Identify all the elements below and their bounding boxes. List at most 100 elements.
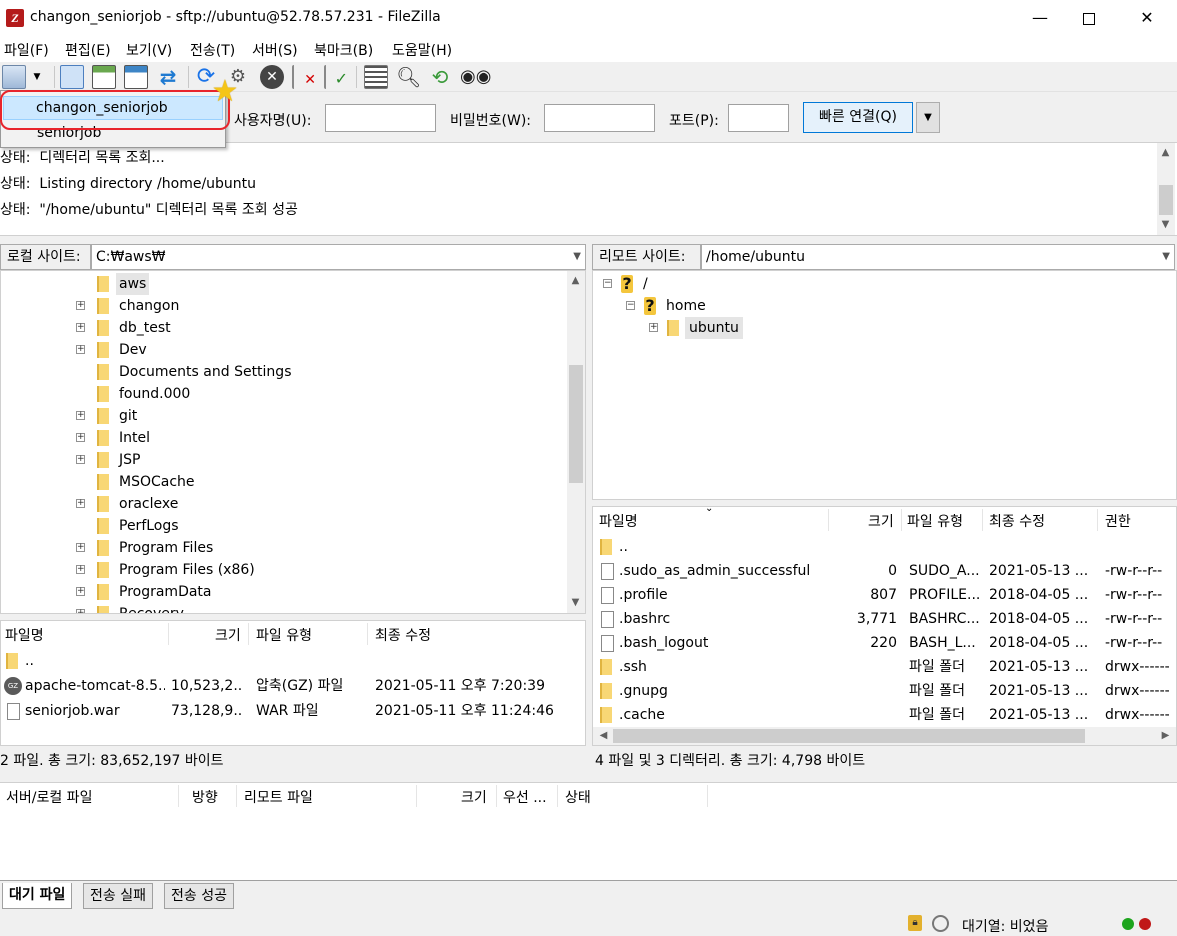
- scroll-down-icon[interactable]: ▼: [1157, 219, 1174, 230]
- tree-item[interactable]: + changon: [1, 295, 567, 317]
- col-status[interactable]: 상태: [565, 787, 591, 807]
- tree-item[interactable]: + Program Files (x86): [1, 559, 567, 581]
- col-filename[interactable]: 파일명: [5, 625, 44, 645]
- file-row[interactable]: .bash_logout 220 BASH_L... 2018-04-05 ... -r…: [593, 631, 1176, 655]
- col-divider[interactable]: [901, 509, 902, 531]
- col-divider[interactable]: [236, 785, 237, 807]
- col-divider[interactable]: [416, 785, 417, 807]
- tab-successful-transfers[interactable]: 전송 성공: [164, 883, 234, 909]
- dropdown-arrow-icon[interactable]: ▼: [28, 65, 46, 89]
- tree-item[interactable]: + ubuntu: [593, 317, 1173, 339]
- maximize-button[interactable]: [1066, 0, 1112, 36]
- directory-filter-icon[interactable]: [364, 65, 388, 89]
- expand-icon[interactable]: +: [76, 323, 85, 332]
- local-path-combo[interactable]: C:₩aws₩ ▼: [91, 244, 586, 270]
- expand-icon[interactable]: +: [76, 543, 85, 552]
- file-row[interactable]: .gnupg 파일 폴더 2021-05-13 ... drwx------: [593, 679, 1176, 703]
- tree-item[interactable]: MSOCache: [1, 471, 567, 493]
- col-divider[interactable]: [1097, 509, 1098, 531]
- expand-icon[interactable]: +: [76, 345, 85, 354]
- site-manager-icon[interactable]: [2, 65, 26, 89]
- scroll-left-icon[interactable]: ◀: [595, 730, 612, 741]
- file-row[interactable]: .sudo_as_admin_successful 0 SUDO_A... 2021-…: [593, 559, 1176, 583]
- file-row[interactable]: .ssh 파일 폴더 2021-05-13 ... drwx------: [593, 655, 1176, 679]
- expand-icon[interactable]: +: [76, 433, 85, 442]
- tree-item[interactable]: found.000: [1, 383, 567, 405]
- menu-file[interactable]: 파일(F): [4, 40, 49, 60]
- tab-failed-transfers[interactable]: 전송 실패: [83, 883, 153, 909]
- file-row[interactable]: .profile 807 PROFILE... 2018-04-05 ... -rw-r…: [593, 583, 1176, 607]
- local-tree-scrollbar[interactable]: ▲ ▼: [567, 271, 585, 613]
- scroll-up-icon[interactable]: ▲: [1157, 147, 1174, 158]
- expand-icon[interactable]: +: [649, 323, 658, 332]
- col-server-local-file[interactable]: 서버/로컬 파일: [6, 787, 92, 807]
- col-divider[interactable]: [178, 785, 179, 807]
- col-size[interactable]: 크기: [868, 511, 894, 531]
- scroll-down-icon[interactable]: ▼: [567, 597, 584, 608]
- expand-icon[interactable]: −: [603, 279, 612, 288]
- tree-item[interactable]: −? home: [593, 295, 1173, 317]
- col-permissions[interactable]: 권한: [1105, 511, 1131, 531]
- chevron-down-icon[interactable]: ▼: [573, 245, 581, 269]
- file-row[interactable]: ..: [1, 649, 585, 673]
- tree-item[interactable]: + oraclexe: [1, 493, 567, 515]
- tree-item[interactable]: + ProgramData: [1, 581, 567, 603]
- remote-list-hscrollbar[interactable]: ◀ ▶: [593, 727, 1176, 745]
- tree-item[interactable]: + Intel: [1, 427, 567, 449]
- tree-item[interactable]: + db_test: [1, 317, 567, 339]
- scroll-up-icon[interactable]: ▲: [567, 275, 584, 286]
- menu-edit[interactable]: 편집(E): [65, 40, 111, 60]
- reconnect-icon[interactable]: ✓: [324, 65, 348, 89]
- file-row[interactable]: .cache 파일 폴더 2021-05-13 ... drwx------: [593, 703, 1176, 727]
- quickconnect-history-dropdown[interactable]: ▼: [916, 102, 940, 133]
- expand-icon[interactable]: +: [76, 565, 85, 574]
- col-divider[interactable]: [828, 509, 829, 531]
- col-divider[interactable]: [707, 785, 708, 807]
- tree-item[interactable]: + JSP: [1, 449, 567, 471]
- scroll-thumb[interactable]: [613, 729, 1085, 743]
- log-scrollbar[interactable]: ▲ ▼: [1157, 143, 1175, 235]
- compare-icon[interactable]: 🔍︎: [396, 65, 421, 89]
- password-input[interactable]: [544, 104, 655, 132]
- col-divider[interactable]: [248, 623, 249, 645]
- file-row[interactable]: GZ apache-tomcat-8.5.... 10,523,2... 압축(GZ)…: [1, 674, 585, 698]
- search-icon[interactable]: ◉◉: [460, 65, 491, 89]
- tree-item[interactable]: aws: [1, 273, 567, 295]
- expand-icon[interactable]: +: [76, 455, 85, 464]
- file-row[interactable]: .bashrc 3,771 BASHRC... 2018-04-05 ... -rw-r…: [593, 607, 1176, 631]
- col-type[interactable]: 파일 유형: [907, 511, 963, 531]
- sync-browse-icon[interactable]: ⟲: [428, 65, 452, 89]
- tree-item[interactable]: Documents and Settings: [1, 361, 567, 383]
- scroll-right-icon[interactable]: ▶: [1157, 730, 1174, 741]
- toggle-message-log-icon[interactable]: [60, 65, 84, 89]
- tree-item[interactable]: + Recovery: [1, 603, 567, 613]
- port-input[interactable]: [728, 104, 789, 132]
- scroll-thumb[interactable]: [1159, 185, 1173, 215]
- tree-item[interactable]: + git: [1, 405, 567, 427]
- menu-transfer[interactable]: 전송(T): [190, 40, 235, 60]
- col-type[interactable]: 파일 유형: [256, 625, 312, 645]
- menu-view[interactable]: 보기(V): [126, 40, 172, 60]
- col-size[interactable]: 크기: [215, 625, 241, 645]
- file-row[interactable]: ..: [593, 535, 1176, 559]
- col-filename[interactable]: 파일명: [599, 511, 638, 531]
- file-row[interactable]: seniorjob.war 73,128,9... WAR 파일 2021-05-11…: [1, 699, 585, 723]
- tree-item[interactable]: + Dev: [1, 339, 567, 361]
- cancel-icon[interactable]: ✕: [260, 65, 284, 89]
- menu-help[interactable]: 도움말(H): [392, 40, 452, 60]
- remote-path-combo[interactable]: /home/ubuntu ▼: [701, 244, 1175, 270]
- expand-icon[interactable]: +: [76, 609, 85, 613]
- expand-icon[interactable]: +: [76, 499, 85, 508]
- col-divider[interactable]: [557, 785, 558, 807]
- quickconnect-button[interactable]: 빠른 연결(Q): [803, 102, 913, 133]
- expand-icon[interactable]: +: [76, 301, 85, 310]
- col-divider[interactable]: [168, 623, 169, 645]
- col-modified[interactable]: 최종 수정: [375, 625, 431, 645]
- col-direction[interactable]: 방향: [192, 787, 218, 807]
- col-divider[interactable]: [496, 785, 497, 807]
- scroll-thumb[interactable]: [569, 365, 583, 483]
- minimize-button[interactable]: —: [1017, 0, 1063, 36]
- col-divider[interactable]: [367, 623, 368, 645]
- menu-bookmarks[interactable]: 북마크(B): [314, 40, 373, 60]
- chevron-down-icon[interactable]: ▼: [1162, 245, 1170, 269]
